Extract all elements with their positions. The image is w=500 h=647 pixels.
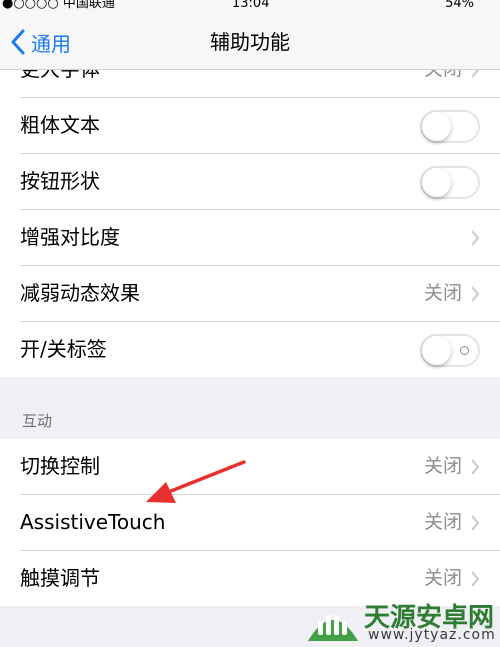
battery-level: 54% (445, 0, 474, 11)
page-title: 辅助功能 (210, 30, 290, 54)
toggle-knob (422, 112, 451, 141)
chevron-right-icon (471, 459, 480, 475)
watermark-url: www.jytyaz.com (368, 627, 496, 643)
row-label: AssistiveTouch (20, 510, 166, 534)
chevron-right-icon (471, 571, 480, 587)
toggle-knob (422, 168, 451, 197)
row-label: 触摸调节 (20, 566, 100, 590)
list-item-button-shapes[interactable]: 按钮形状 (20, 154, 500, 210)
list-item-increase-contrast[interactable]: 增强对比度 (20, 210, 500, 266)
row-value: 关闭 (423, 455, 462, 477)
navigation-bar-overlay: 通用 辅助功能 (0, 14, 500, 70)
status-bar-overlay: ●○○○○ 中国联通 13:04 54% (0, 0, 500, 14)
chevron-right-icon (471, 286, 480, 302)
carrier-signal: ●○○○○ 中国联通 (2, 0, 115, 11)
list-item-assistivetouch[interactable]: AssistiveTouch 关闭 (20, 495, 500, 551)
watermark: 天源安卓网 www.jytyaz.com (302, 595, 500, 647)
list-item-on-off-labels[interactable]: 开/关标签 (20, 322, 500, 377)
row-value: 关闭 (423, 282, 462, 304)
row-label: 切换控制 (20, 454, 100, 478)
row-label: 按钮形状 (20, 169, 100, 193)
display-settings-group: 更大字体 关闭 粗体文本 按钮形状 增强对比度 减弱动态效果 关闭 开/关标签 (0, 42, 500, 377)
list-item-bold-text[interactable]: 粗体文本 (20, 98, 500, 154)
toggle-knob (422, 336, 451, 365)
row-label: 粗体文本 (20, 113, 100, 137)
row-label: 增强对比度 (20, 225, 120, 249)
row-label: 减弱动态效果 (20, 281, 140, 305)
status-time: 13:04 (232, 0, 270, 11)
section-header-interaction: 互动 (22, 412, 53, 430)
button-shapes-toggle[interactable] (420, 166, 480, 199)
row-label: 开/关标签 (20, 337, 107, 361)
watermark-logo-icon (308, 615, 358, 641)
row-value: 关闭 (423, 511, 462, 533)
list-item-reduce-motion[interactable]: 减弱动态效果 关闭 (20, 266, 500, 322)
off-label-icon (460, 346, 469, 355)
on-off-labels-toggle[interactable] (420, 334, 480, 367)
chevron-right-icon (471, 515, 480, 531)
list-item-switch-control[interactable]: 切换控制 关闭 (20, 439, 500, 495)
bold-text-toggle[interactable] (420, 110, 480, 143)
chevron-right-icon (471, 230, 480, 246)
interaction-group: 切换控制 关闭 AssistiveTouch 关闭 触摸调节 关闭 (0, 439, 500, 606)
